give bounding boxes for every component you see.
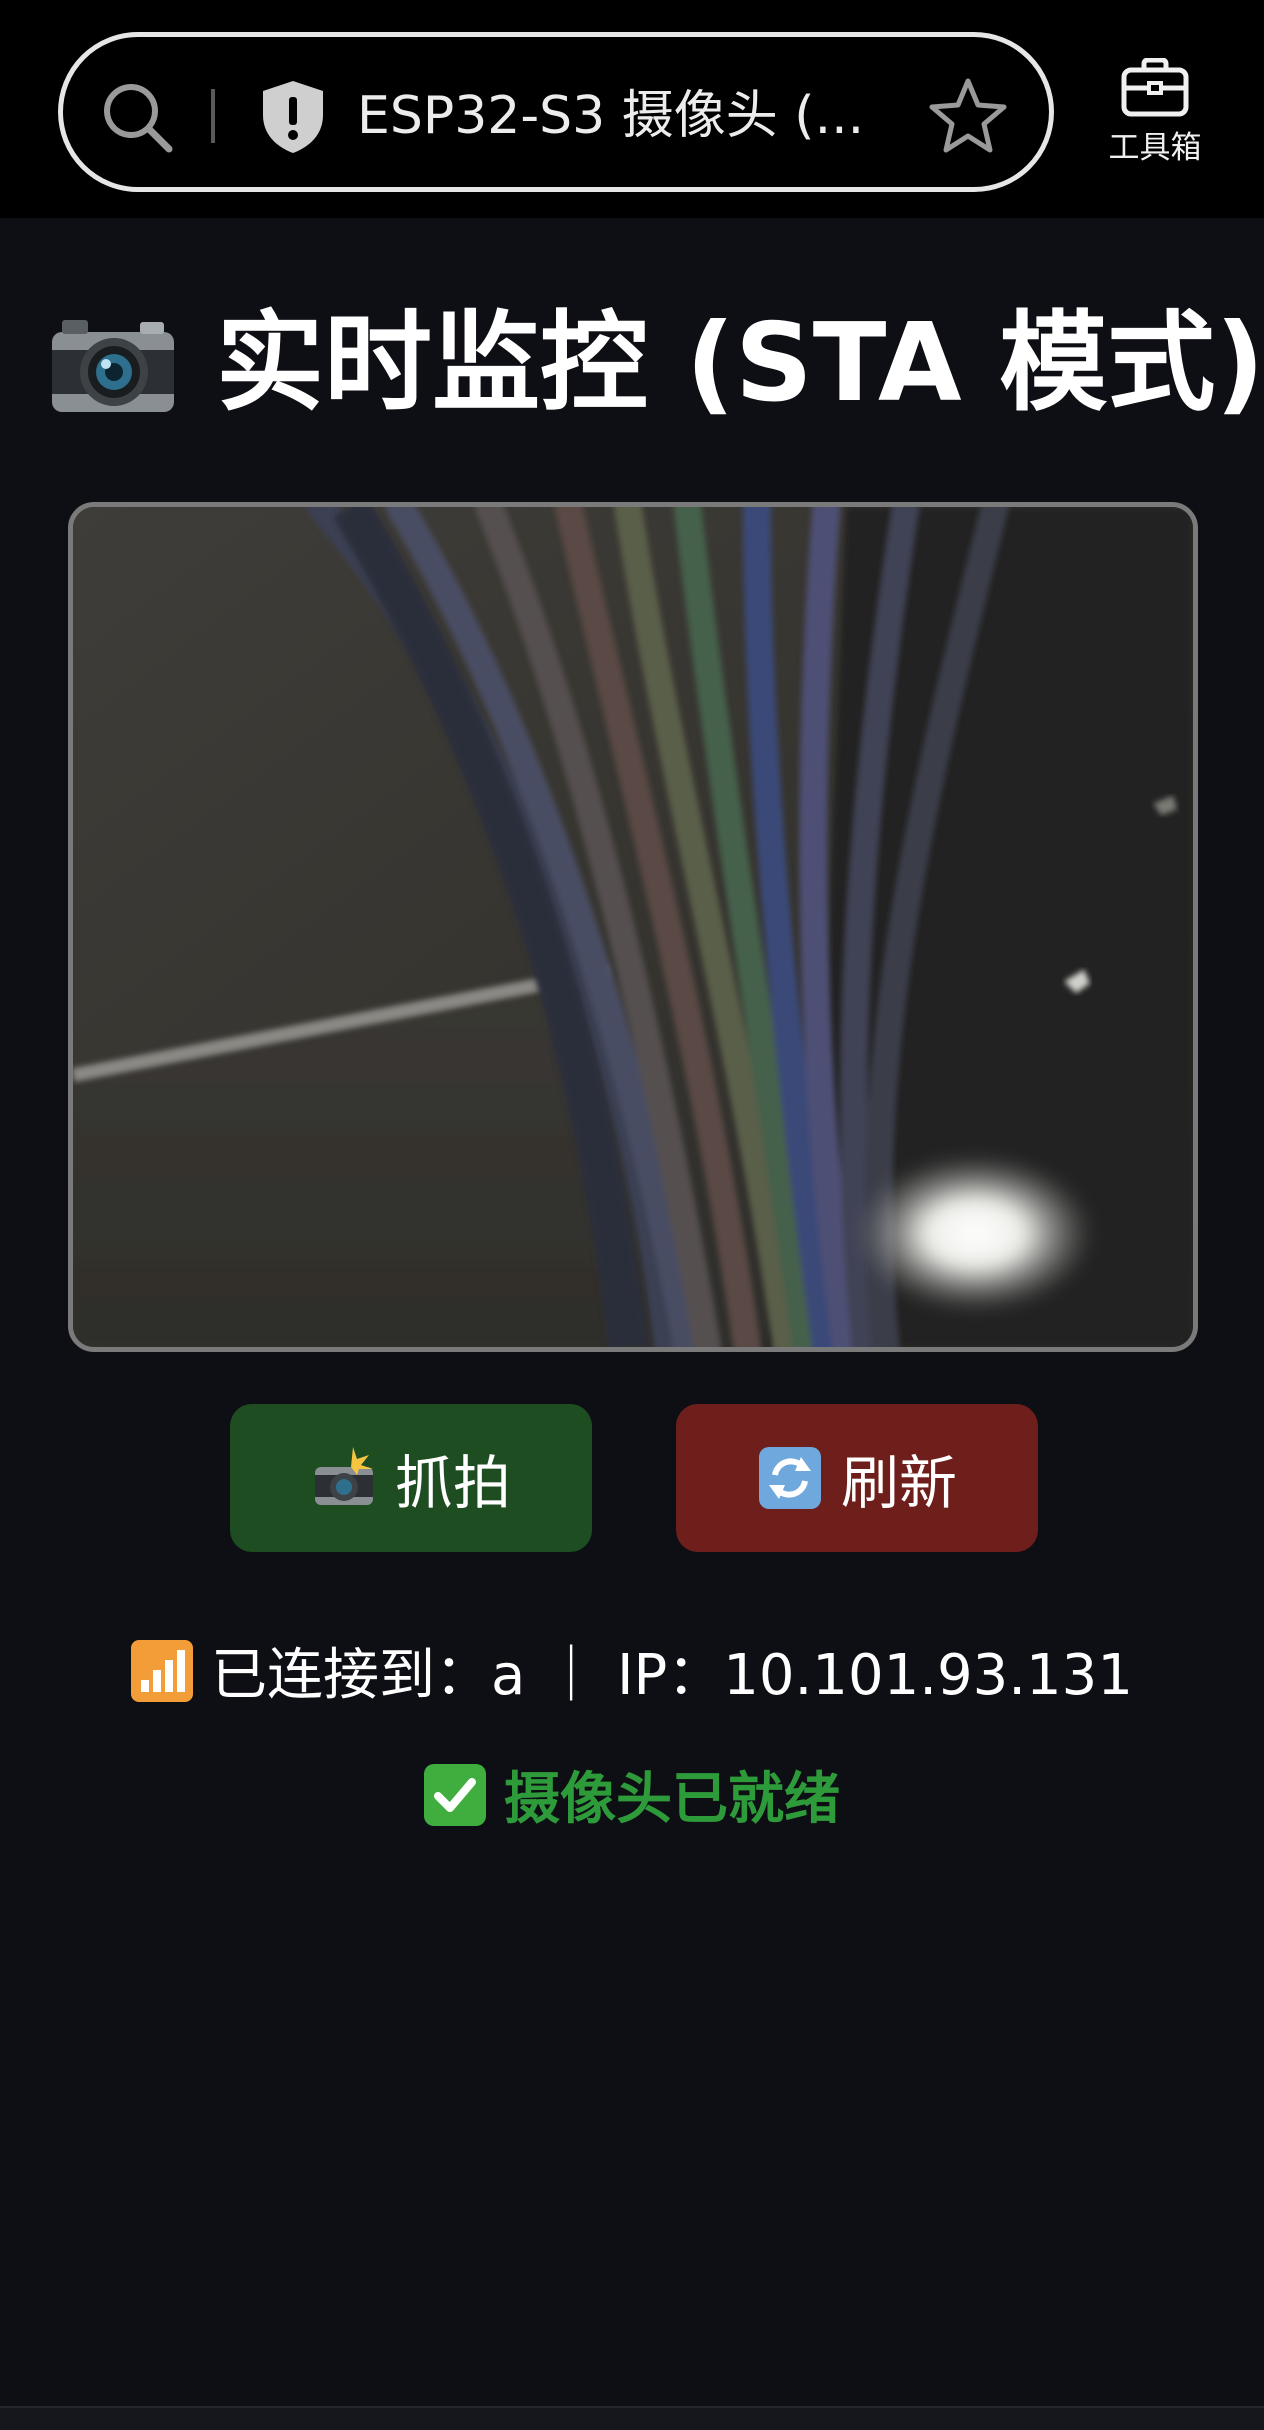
- browser-top-bar: ESP32-S3 摄像头 (... 工具箱: [0, 0, 1264, 218]
- address-bar[interactable]: ESP32-S3 摄像头 (...: [58, 32, 1054, 192]
- search-icon[interactable]: [99, 79, 175, 155]
- toolbox-label: 工具箱: [1108, 130, 1202, 166]
- shield-icon[interactable]: [259, 79, 327, 155]
- toolbox-icon: [1121, 58, 1189, 117]
- camera-stream: [68, 502, 1198, 1352]
- address-bar-divider: [211, 89, 215, 143]
- bottom-edge: [0, 2406, 1264, 2430]
- camera-ready-status: 摄像头已就绪: [0, 1760, 1264, 1840]
- capture-button[interactable]: 抓拍: [230, 1404, 592, 1552]
- page-title-text: 实时监控 (STA 模式): [216, 301, 1264, 426]
- page-tab-title[interactable]: ESP32-S3 摄像头 (...: [357, 85, 917, 147]
- refresh-button[interactable]: 刷新: [676, 1404, 1038, 1552]
- check-mark-icon: [424, 1764, 486, 1826]
- toolbox-button[interactable]: 工具箱: [1090, 52, 1220, 182]
- connection-status: 已连接到：a ｜ IP：10.101.93.131: [0, 1636, 1264, 1716]
- camera-ready-text: 摄像头已就绪: [504, 1767, 840, 1832]
- camera-stream-image: [73, 507, 1193, 1347]
- signal-bars-icon: [131, 1640, 194, 1702]
- star-icon[interactable]: [927, 75, 1009, 157]
- refresh-icon: [758, 1447, 821, 1509]
- camera-flash-icon: [314, 1447, 373, 1505]
- refresh-button-label: 刷新: [840, 1449, 957, 1517]
- capture-button-label: 抓拍: [394, 1449, 511, 1517]
- page-title: 实时监控 (STA 模式): [48, 296, 1264, 432]
- connection-status-text: 已连接到：a ｜ IP：10.101.93.131: [211, 1643, 1133, 1708]
- camera-icon: [52, 320, 174, 412]
